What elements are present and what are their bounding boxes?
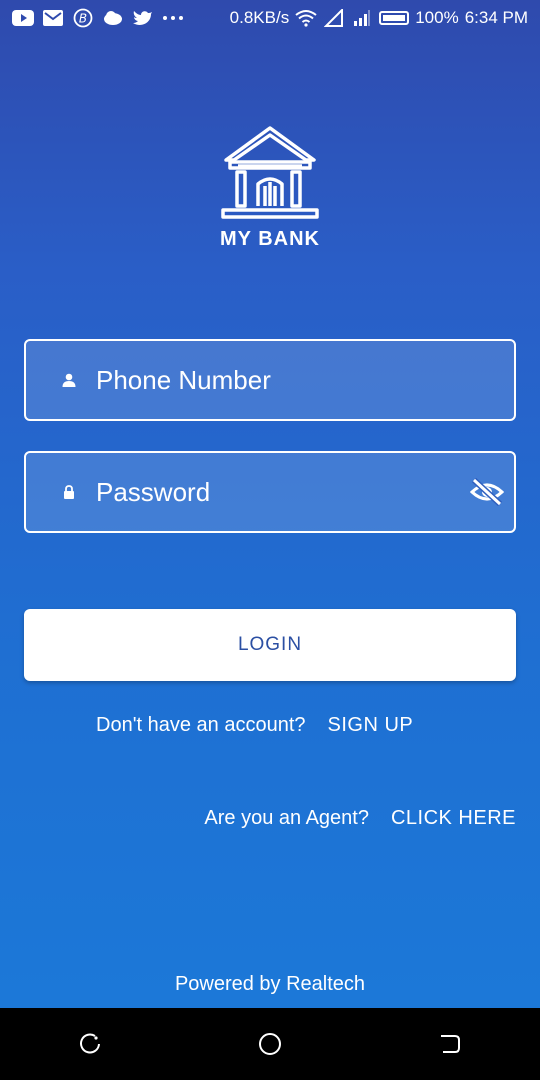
system-status: 0.8KB/s 100% 6:34 PM [230,8,528,28]
agent-row: Are you an Agent? CLICK HERE [204,807,516,830]
back-icon[interactable] [430,1024,470,1064]
twitter-icon [132,9,154,27]
cloud-icon [102,9,124,27]
lock-icon [60,485,78,499]
youtube-icon [12,9,34,27]
person-icon [60,373,78,387]
agent-click-here-link[interactable]: CLICK HERE [391,807,516,830]
home-icon[interactable] [250,1024,290,1064]
network-speed: 0.8KB/s [229,8,290,27]
signup-link[interactable]: SIGN UP [328,714,414,737]
clock: 6:34 PM [464,8,528,27]
gmail-icon [42,9,64,27]
agent-prompt: Are you an Agent? [204,807,369,829]
app-logo: MY BANK [0,122,540,251]
app-name: MY BANK [220,228,320,250]
password-field[interactable] [24,451,516,533]
bank-icon [221,126,319,219]
battery-icon [379,11,410,25]
recent-apps-icon[interactable] [70,1024,110,1064]
notification-icons: B [12,8,184,28]
powered-by-text: Powered by Realtech [174,973,366,995]
signup-row: Don't have an account? SIGN UP [96,714,413,737]
battery-percent: 100% [415,8,459,27]
signal-icon [351,9,373,27]
status-bar: B 0.8KB/s 100% 6:34 PM [0,0,540,36]
eye-off-icon[interactable] [468,473,506,511]
bitcoin-icon: B [72,8,94,28]
phone-field[interactable] [24,339,516,421]
more-dots-icon [162,9,184,27]
login-button[interactable]: LOGIN [24,609,516,681]
system-nav-bar [0,1008,540,1080]
wifi-icon [295,9,317,27]
signal-empty-icon [323,9,345,27]
svg-text:B: B [79,12,87,26]
password-input[interactable] [94,475,468,509]
signup-prompt: Don't have an account? [96,714,306,736]
phone-number-input[interactable] [94,363,514,397]
